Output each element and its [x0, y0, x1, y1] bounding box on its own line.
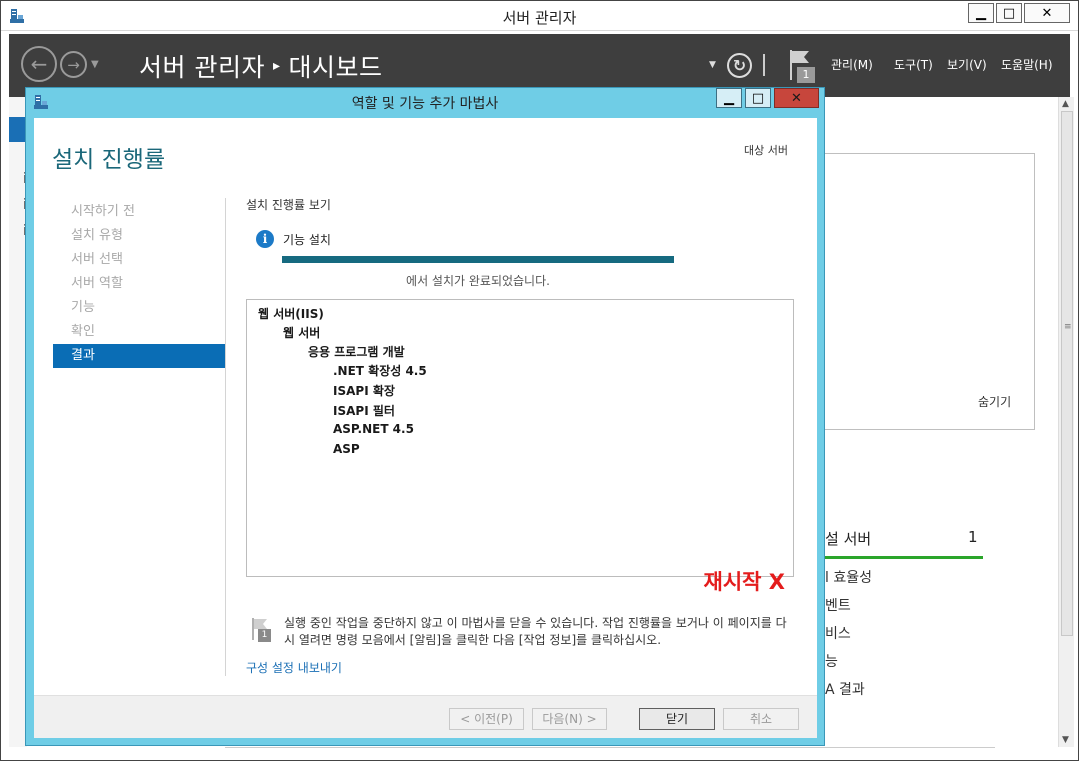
export-config-link[interactable]: 구성 설정 내보내기 — [246, 659, 342, 676]
server-group-item[interactable]: 벤트 — [825, 595, 851, 615]
wizard-step: 기능 — [71, 300, 95, 315]
breadcrumb-app: 서버 관리자 — [139, 53, 265, 82]
breadcrumb-separator-icon: ▸ — [272, 58, 281, 74]
scrollbar-thumb[interactable] — [1061, 111, 1073, 636]
page-title: 설치 진행률 — [52, 147, 166, 173]
forward-arrow-icon[interactable]: → — [60, 51, 87, 78]
result-item: ISAPI 확장 — [333, 384, 395, 398]
restart-annotation: 재시작 X — [703, 570, 785, 594]
history-dropdown-icon[interactable]: ▼ — [91, 59, 99, 70]
vertical-scrollbar[interactable]: ▲ ≡ ▼ — [1058, 97, 1074, 747]
notice-text: 실행 중인 작업을 중단하지 않고 이 마법사를 닫을 수 있습니다. 작업 진… — [284, 616, 787, 647]
wizard-content: 설치 진행률 보기 i 기능 설치 에서 설치가 완료되었습니다. 웹 서버(I… — [246, 196, 806, 696]
result-item: 응용 프로그램 개발 — [308, 345, 405, 359]
results-list[interactable]: 웹 서버(IIS) 웹 서버 응용 프로그램 개발 .NET 확장성 4.5 I… — [246, 299, 794, 594]
steps-divider — [225, 198, 226, 676]
result-item: 웹 서버(IIS) — [258, 307, 324, 321]
result-item: ASP.NET 4.5 — [333, 422, 414, 436]
refresh-dropdown-icon[interactable]: ▼ — [709, 60, 716, 70]
wizard-maximize-button[interactable]: □ — [745, 88, 771, 108]
menu-manage[interactable]: 관리(M) — [831, 56, 873, 73]
minimize-button[interactable]: ▁ — [968, 3, 994, 23]
wizard-steps-nav: 시작하기 전 설치 유형 서버 선택 서버 역할 기능 확인 결과 — [53, 200, 225, 368]
progress-bar — [282, 256, 674, 263]
server-group-item[interactable]: A 결과 — [825, 679, 865, 699]
menu-help[interactable]: 도움말(H) — [1001, 56, 1053, 73]
wizard-step-active[interactable]: 결과 — [53, 344, 225, 368]
wizard-minimize-button[interactable]: ▁ — [716, 88, 742, 108]
header-divider — [763, 54, 765, 76]
window-title: 서버 관리자 — [502, 9, 577, 27]
info-icon: i — [256, 230, 274, 248]
progress-bar-fill — [282, 256, 674, 263]
server-group-title[interactable]: 설 서버 — [825, 528, 871, 549]
dashboard-bottom-row — [225, 747, 995, 761]
server-group-count: 1 — [968, 528, 978, 546]
server-group-status-bar — [819, 556, 983, 559]
notification-count-badge: 1 — [797, 67, 815, 83]
result-item: ISAPI 필터 — [333, 404, 395, 418]
wizard-title: 역할 및 기능 추가 마법사 — [351, 96, 499, 112]
wizard-step: 설치 유형 — [71, 228, 123, 243]
menu-tools[interactable]: 도구(T) — [894, 56, 933, 73]
scrollbar-grip-icon: ≡ — [1064, 322, 1072, 332]
next-button[interactable]: 다음(N) > — [532, 708, 607, 730]
wizard-step: 서버 역할 — [71, 276, 123, 291]
result-item: 웹 서버 — [283, 326, 321, 340]
scroll-up-icon[interactable]: ▲ — [1062, 99, 1069, 109]
refresh-icon[interactable]: ↻ — [727, 53, 752, 78]
notice-count-badge: 1 — [258, 629, 271, 642]
target-server-label: 대상 서버 — [744, 144, 788, 157]
result-item: ASP — [333, 442, 360, 456]
menu-view[interactable]: 보기(V) — [947, 56, 987, 73]
back-arrow-icon[interactable]: ← — [21, 46, 57, 82]
hide-link[interactable]: 숨기기 — [978, 393, 1011, 410]
close-button[interactable]: ✕ — [1024, 3, 1070, 23]
view-progress-label: 설치 진행률 보기 — [246, 198, 331, 212]
server-group-item[interactable]: l 효율성 — [825, 567, 872, 587]
add-roles-wizard-window: 역할 및 기능 추가 마법사 ▁ □ ✕ 설치 진행률 대상 서버 시작하기 전… — [25, 87, 825, 746]
cancel-button[interactable]: 취소 — [723, 708, 799, 730]
wizard-titlebar[interactable]: 역할 및 기능 추가 마법사 ▁ □ ✕ — [26, 88, 824, 116]
wizard-close-button[interactable]: ✕ — [774, 88, 819, 108]
result-item: .NET 확장성 4.5 — [333, 364, 427, 378]
wizard-step: 시작하기 전 — [71, 204, 135, 219]
wizard-step: 확인 — [71, 324, 95, 339]
dashboard-welcome-tile — [819, 153, 1035, 430]
progress-message: 에서 설치가 완료되었습니다. — [406, 274, 550, 288]
maximize-button[interactable]: □ — [996, 3, 1022, 23]
previous-button[interactable]: < 이전(P) — [449, 708, 524, 730]
server-group-item[interactable]: 비스 — [825, 623, 851, 643]
scroll-down-icon[interactable]: ▼ — [1062, 735, 1069, 745]
close-wizard-button[interactable]: 닫기 — [639, 708, 715, 730]
server-group-item[interactable]: 능 — [825, 651, 838, 671]
wizard-footer: < 이전(P) 다음(N) > 닫기 취소 — [34, 695, 817, 738]
server-manager-titlebar[interactable]: 서버 관리자 ▁ □ ✕ — [1, 1, 1078, 31]
wizard-step: 서버 선택 — [71, 252, 123, 267]
breadcrumb-page: 대시보드 — [288, 53, 383, 82]
feature-install-label: 기능 설치 — [283, 233, 331, 247]
breadcrumb: 서버 관리자 ▸ 대시보드 — [139, 48, 383, 84]
wizard-body: 설치 진행률 대상 서버 시작하기 전 설치 유형 서버 선택 서버 역할 기능… — [34, 118, 817, 738]
